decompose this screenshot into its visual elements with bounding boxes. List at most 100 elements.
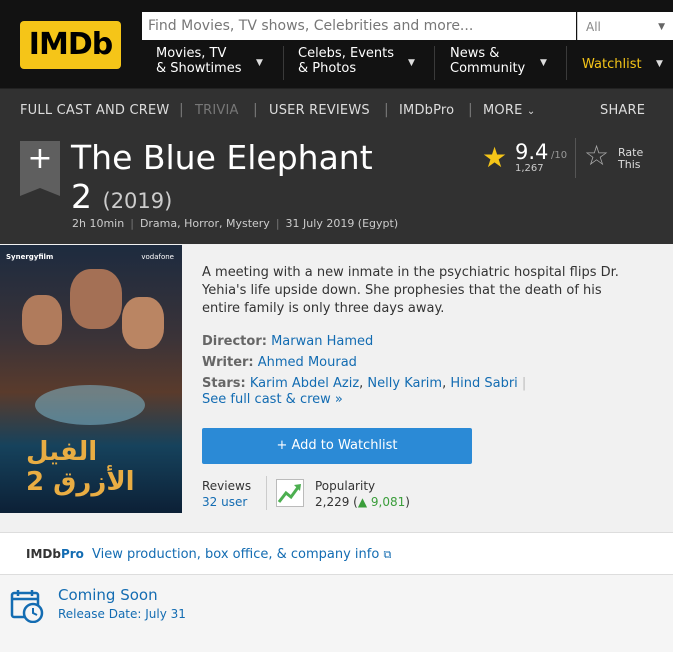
star-link[interactable]: Hind Sabri [450, 376, 517, 391]
coming-soon-title[interactable]: Coming Soon [58, 586, 158, 604]
nav-movies-tv-line1: Movies, TV [156, 46, 227, 61]
poster-figure [122, 297, 164, 349]
poster-image[interactable]: Synergyfilm vodafone الفيل الأزرق 2 [0, 245, 182, 513]
title-block: + The Blue Elephant 2 (2019) 2h 10min | Dr… [0, 130, 673, 244]
subnav-share[interactable]: SHARE [600, 103, 645, 118]
search-category-label: All [586, 20, 601, 34]
nav-watchlist-label: Watchlist [582, 57, 642, 72]
nav-celebs-events[interactable]: Celebs, Events & Photos ▼ [298, 46, 415, 82]
star-link[interactable]: Nelly Karim [367, 376, 442, 391]
reviews-divider [266, 476, 267, 510]
see-full-cast-link[interactable]: See full cast & crew » [202, 392, 343, 407]
user-reviews-link[interactable]: 32 user [202, 495, 247, 509]
imdb-logo[interactable]: IMDb [20, 21, 121, 69]
nav-news-line1: News & [450, 46, 500, 61]
subnav-trivia[interactable]: TRIVIA [195, 103, 239, 118]
add-to-watchlist-ribbon[interactable]: + [20, 141, 60, 196]
poster-figure [70, 269, 122, 329]
chevron-down-icon: ▼ [656, 59, 663, 69]
title-subtext: 2h 10min | Drama, Horror, Mystery | 31 July … [72, 217, 399, 230]
add-to-watchlist-button[interactable]: + Add to Watchlist [202, 428, 472, 464]
rate-this-button[interactable]: Rate This [618, 147, 643, 171]
nav-movies-tv-line2: & Showtimes [156, 61, 242, 76]
title-line1: The Blue Elephant [71, 138, 373, 177]
rate-this-line2: This [618, 158, 641, 171]
popularity-label: Popularity [315, 479, 376, 493]
title-year[interactable]: (2019) [103, 189, 173, 213]
nav-divider [283, 46, 284, 80]
credit-director: Director: Marwan Hamed [202, 334, 373, 349]
writer-link[interactable]: Ahmed Mourad [258, 355, 357, 370]
imdbpro-logo-b: Pro [60, 547, 84, 561]
see-full-cast: See full cast & crew » [202, 392, 343, 407]
nav-movies-tv[interactable]: Movies, TV & Showtimes ▼ [156, 46, 263, 82]
nav-divider [566, 46, 567, 80]
writer-label: Writer: [202, 355, 254, 370]
subnav-more[interactable]: MORE ⌄ [483, 103, 535, 118]
director-link[interactable]: Marwan Hamed [271, 334, 373, 349]
imdbpro-bar: IMDbPro View production, box office, & c… [0, 532, 673, 574]
subnav-divider: | [179, 102, 184, 118]
credit-stars: Stars: Karim Abdel Aziz, Nelly Karim, Hi… [202, 376, 527, 391]
subnav-full-cast[interactable]: FULL CAST AND CREW [20, 103, 169, 118]
page-title: The Blue Elephant 2 (2019) [71, 138, 401, 221]
chevron-down-icon: ▼ [256, 58, 263, 68]
coming-soon-block: Coming Soon Release Date: July 31 [0, 574, 673, 652]
coming-soon-date: Release Date: July 31 [58, 607, 186, 621]
title-line2: 2 [71, 177, 92, 216]
popularity-value: 2,229 [315, 495, 350, 509]
popularity-trend-icon [276, 479, 304, 507]
poster-studio: Synergyfilm [6, 253, 54, 261]
imdbpro-logo-a: IMDb [26, 547, 61, 561]
reviews-label: Reviews [202, 479, 252, 493]
subnav-imdbpro[interactable]: IMDbPro [399, 103, 454, 118]
top-navbar: IMDb Find Movies, TV shows, Celebrities … [0, 0, 673, 88]
search-category-select[interactable]: All ▼ [577, 12, 673, 40]
nav-divider [434, 46, 435, 80]
rating-count[interactable]: 1,267 [515, 163, 544, 174]
imdbpro-link[interactable]: View production, box office, & company i… [92, 547, 391, 562]
poster-figure [22, 295, 62, 345]
subnav-more-label: MORE [483, 103, 523, 118]
star-link[interactable]: Karim Abdel Aziz [250, 376, 359, 391]
subnav-divider: | [384, 102, 389, 118]
rating-divider [575, 138, 576, 178]
genres[interactable]: Drama, Horror, Mystery [140, 217, 270, 230]
stars-divider: | [521, 376, 527, 391]
title-overview: Synergyfilm vodafone الفيل الأزرق 2 A me… [0, 244, 673, 532]
nav-news-line2: Community [450, 61, 526, 76]
imdbpro-logo: IMDbPro [26, 547, 84, 561]
reviews-block: Reviews 32 user [202, 478, 251, 510]
arrow-up-icon: ▲ [357, 495, 368, 509]
nav-news-community[interactable]: News & Community ▼ [450, 46, 547, 82]
calendar-clock-icon [10, 589, 44, 624]
double-chevron-down-icon: ⌄ [526, 106, 536, 117]
external-link-icon: ⧉ [383, 548, 392, 561]
chevron-down-icon: ▼ [408, 58, 415, 68]
nav-celebs-line2: & Photos [298, 61, 357, 76]
subnav-divider: | [468, 102, 473, 118]
credit-writer: Writer: Ahmed Mourad [202, 355, 357, 370]
plus-icon: + [27, 141, 53, 176]
popularity-block: Popularity 2,229 (▲ 9,081) [315, 479, 410, 509]
plot-summary: A meeting with a new inmate in the psych… [202, 265, 619, 316]
rating-value: 9.4 [515, 140, 549, 164]
subnav-divider: | [253, 102, 258, 118]
release-date[interactable]: 31 July 2019 (Egypt) [286, 217, 399, 230]
search-input[interactable]: Find Movies, TV shows, Celebrities and m… [142, 12, 576, 40]
stars-label: Stars: [202, 376, 246, 391]
poster-arabic-title: الفيل الأزرق 2 [26, 437, 135, 497]
director-label: Director: [202, 334, 267, 349]
chevron-down-icon: ▼ [540, 58, 547, 68]
chevron-down-icon: ▼ [658, 22, 665, 32]
star-icon: ★ [482, 141, 508, 174]
poster-sponsor: vodafone [141, 253, 174, 261]
subnav-user-reviews[interactable]: USER REVIEWS [269, 103, 370, 118]
star-outline-icon[interactable]: ☆ [584, 142, 609, 170]
popularity-change: 9,081 [370, 495, 406, 509]
title-subnav: FULL CAST AND CREW | TRIVIA | USER REVIE… [0, 88, 673, 130]
nav-celebs-line1: Celebs, Events [298, 46, 394, 61]
rating-max: /10 [551, 150, 568, 161]
imdbpro-link-text: View production, box office, & company i… [92, 547, 380, 562]
poster-glow [35, 385, 145, 425]
